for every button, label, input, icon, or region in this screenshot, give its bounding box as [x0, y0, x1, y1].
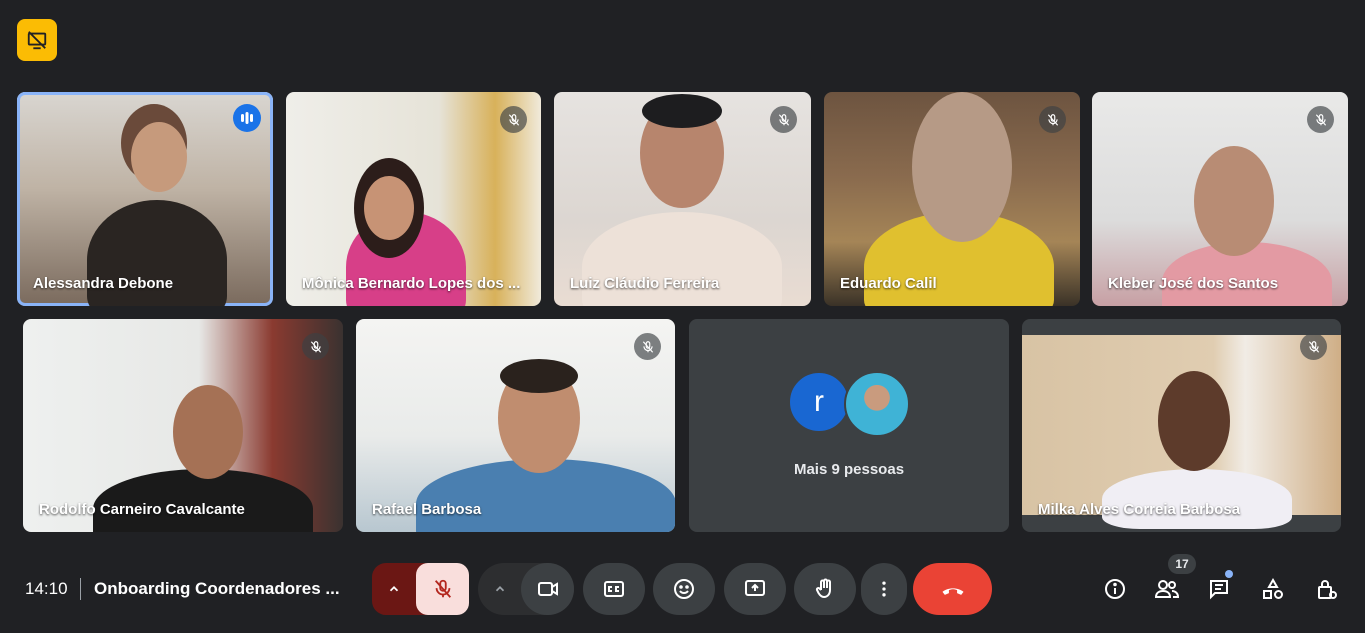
mic-off-icon: [508, 113, 519, 126]
participant-face: [173, 385, 243, 479]
audio-level-icon: [241, 112, 253, 124]
muted-indicator: [1039, 106, 1066, 133]
participant-face: [131, 122, 187, 192]
participant-tile-2[interactable]: Mônica Bernardo Lopes dos ...: [286, 92, 541, 306]
video-controls: [478, 563, 574, 615]
participant-name: Luiz Cláudio Ferreira: [570, 275, 720, 292]
participant-tile-7[interactable]: Rafael Barbosa: [356, 319, 675, 532]
presentation-off-icon: [27, 31, 47, 50]
toggle-mic-button[interactable]: [416, 563, 469, 615]
mic-off-icon: [1308, 340, 1319, 353]
reactions-button[interactable]: [653, 563, 715, 615]
mic-off-icon: [778, 113, 789, 126]
chat-icon: [1210, 580, 1228, 600]
avatar: r: [788, 371, 850, 433]
participant-name: Milka Alves Correia Barbosa: [1038, 501, 1241, 518]
present-button[interactable]: [724, 563, 786, 615]
mic-off-icon: [434, 579, 451, 598]
participant-tile-4[interactable]: Eduardo Calil: [824, 92, 1080, 306]
more-participants-tile[interactable]: r Mais 9 pessoas: [689, 319, 1009, 532]
video-options-button[interactable]: [478, 563, 522, 615]
mic-off-icon: [1047, 113, 1058, 126]
participant-name: Rafael Barbosa: [372, 501, 482, 518]
divider: [80, 578, 81, 600]
raise-hand-button[interactable]: [794, 563, 856, 615]
emoji-icon: [674, 579, 694, 599]
host-controls-icon: [1318, 580, 1337, 599]
audio-options-button[interactable]: [372, 563, 416, 615]
participant-face: [1194, 146, 1274, 256]
mic-off-icon: [642, 340, 653, 353]
participant-name: Alessandra Debone: [33, 275, 174, 292]
more-participants-label: Mais 9 pessoas: [793, 461, 905, 478]
participant-face: [364, 176, 414, 240]
meeting-details-button[interactable]: [1096, 570, 1134, 608]
participant-tile-5[interactable]: Kleber José dos Santos: [1092, 92, 1348, 306]
activities-button[interactable]: [1254, 570, 1292, 608]
participant-tile-3[interactable]: Luiz Cláudio Ferreira: [554, 92, 811, 306]
participant-face: [1158, 371, 1230, 471]
leave-call-button[interactable]: [913, 563, 992, 615]
host-controls-button[interactable]: [1307, 570, 1345, 608]
participant-hair: [500, 359, 578, 393]
avatar: [844, 371, 910, 437]
camera-icon: [537, 582, 558, 596]
call-end-icon: [942, 588, 963, 595]
participant-name: Mônica Bernardo Lopes dos ...: [302, 275, 521, 292]
muted-indicator: [1307, 106, 1334, 133]
muted-indicator: [302, 333, 329, 360]
audio-controls: [372, 563, 469, 615]
captions-button[interactable]: [583, 563, 645, 615]
meeting-clock: 14:10: [25, 579, 68, 598]
captions-icon: [604, 581, 624, 597]
meeting-title[interactable]: Onboarding Coordenadores ...: [94, 579, 340, 599]
muted-indicator: [1300, 333, 1327, 360]
chevron-up-icon: [389, 586, 399, 592]
muted-indicator: [770, 106, 797, 133]
participant-face: [912, 92, 1012, 242]
participant-tile-1[interactable]: Alessandra Debone: [17, 92, 273, 306]
people-icon: [1154, 580, 1180, 598]
muted-indicator: [634, 333, 661, 360]
mic-off-icon: [310, 340, 321, 353]
participant-name: Eduardo Calil: [840, 275, 937, 292]
people-button[interactable]: [1148, 570, 1186, 608]
activities-icon: [1263, 577, 1283, 599]
participant-hair: [642, 94, 722, 128]
chevron-up-icon: [495, 586, 505, 592]
presentation-off-badge[interactable]: [17, 19, 57, 61]
raise-hand-icon: [815, 578, 831, 599]
toggle-camera-button[interactable]: [521, 563, 574, 615]
participant-tile-6[interactable]: Rodolfo Carneiro Cavalcante: [23, 319, 343, 532]
participant-name: Kleber José dos Santos: [1108, 275, 1279, 292]
info-icon: [1105, 579, 1125, 599]
chat-notification-dot: [1225, 570, 1233, 578]
more-options-button[interactable]: [861, 563, 907, 615]
more-vert-icon: [882, 581, 886, 597]
participant-name: Rodolfo Carneiro Cavalcante: [39, 501, 245, 518]
mic-off-icon: [1315, 113, 1326, 126]
muted-indicator: [500, 106, 527, 133]
participant-body: [1102, 469, 1292, 529]
present-icon: [745, 580, 765, 596]
speaking-indicator: [233, 104, 261, 132]
participant-tile-8[interactable]: Milka Alves Correia Barbosa: [1022, 319, 1341, 532]
